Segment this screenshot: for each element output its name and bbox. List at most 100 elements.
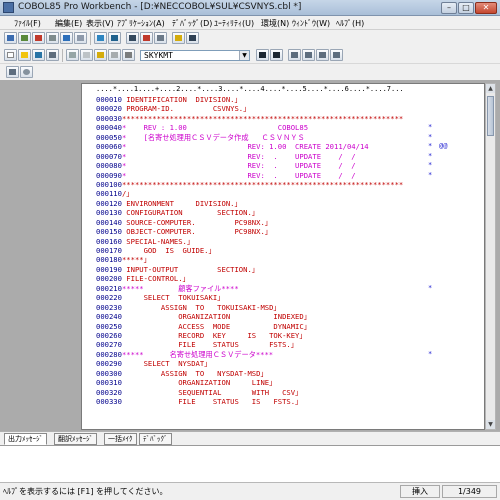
code-line[interactable]: 000040* REV : 1.00 COBOL85 *	[82, 123, 484, 133]
record-icon[interactable]	[20, 66, 33, 78]
copy-icon[interactable]	[80, 49, 93, 61]
clear-bookmark-icon[interactable]	[330, 49, 343, 61]
undo-icon[interactable]	[108, 49, 121, 61]
link-icon[interactable]	[46, 32, 59, 44]
code-line[interactable]: 000030**********************************…	[82, 113, 484, 123]
chevron-down-icon[interactable]: ▼	[239, 51, 249, 60]
minimize-button[interactable]: –	[441, 2, 457, 14]
bookmark-icon[interactable]	[288, 49, 301, 61]
code-text: ENVIRONMENT DIVISION.」	[121, 198, 242, 208]
next-bookmark-icon[interactable]	[302, 49, 315, 61]
code-text: * [名寄せ処理用ＣＳＶデータ作成 ＣＳＶＮＹＳ	[121, 132, 305, 142]
code-line[interactable]: 000270 FILE STATUS FSTS.」	[82, 340, 484, 350]
code-line[interactable]: 000180*****」	[82, 255, 484, 264]
window-title: COBOL85 Pro Workbench - [D:¥NECCOBOL¥SUL…	[18, 2, 302, 12]
line-number: 000040	[96, 123, 122, 133]
paste-icon[interactable]	[94, 49, 107, 61]
code-line[interactable]: 000010 IDENTIFICATION DIVISION.」	[82, 95, 484, 104]
context-help-icon[interactable]	[186, 32, 199, 44]
grid-icon[interactable]	[154, 32, 167, 44]
code-line[interactable]: 000080* REV: . UPDATE / / *	[82, 161, 484, 171]
menu-help[interactable]: ﾍﾙﾌﾟ(H)	[336, 18, 364, 29]
search-forward-icon[interactable]	[256, 49, 269, 61]
compile-icon[interactable]	[32, 32, 45, 44]
project-icon[interactable]	[4, 32, 17, 44]
save-icon[interactable]	[32, 49, 45, 61]
menu-utility[interactable]: ﾕｰﾃｨﾘﾃｨ(U)	[214, 18, 254, 29]
scroll-thumb[interactable]	[487, 96, 494, 136]
tab-debug[interactable]: ﾃﾞﾊﾞｯｸﾞ	[139, 433, 172, 445]
code-text: FILE STATUS FSTS.」	[121, 340, 298, 350]
code-line[interactable]: 000220 SELECT TOKUISAKI」	[82, 293, 484, 302]
menu-view[interactable]: 表示(V)	[86, 18, 114, 29]
find-icon[interactable]	[122, 49, 135, 61]
code-line[interactable]: 000320 SEQUENTIAL WITH CSV」	[82, 388, 484, 397]
code-line[interactable]: 000050* [名寄せ処理用ＣＳＶデータ作成 ＣＳＶＮＹＳ *	[82, 132, 484, 142]
options-icon[interactable]	[126, 32, 139, 44]
code-line[interactable]: 000130 CONFIGURATION SECTION.」	[82, 208, 484, 217]
menu-file[interactable]: ﾌｧｲﾙ(F)	[14, 18, 41, 29]
code-line[interactable]: 000310 ORGANIZATION LINE」	[82, 378, 484, 387]
close-button[interactable]: ✕	[475, 2, 497, 14]
menu-edit[interactable]: 編集(E)	[55, 18, 82, 29]
code-line[interactable]: 000300 ASSIGN TO NYSDAT-MSD」	[82, 369, 484, 378]
code-line[interactable]: 000210***** 顧客ファイル**** *	[82, 284, 484, 293]
tab-batch-make[interactable]: 一括ﾒｲｸ	[104, 433, 137, 445]
code-line[interactable]: 000120 ENVIRONMENT DIVISION.」	[82, 198, 484, 208]
code-line[interactable]: 000060* REV: 1.00 CREATE 2011/04/14 * @@	[82, 142, 484, 151]
run-icon[interactable]	[140, 32, 153, 44]
build-icon[interactable]	[94, 32, 107, 44]
menu-debug[interactable]: ﾃﾞﾊﾞｯｸﾞ(D)	[172, 18, 212, 29]
menu-environment[interactable]: 環境(N)	[261, 18, 289, 29]
menu-window[interactable]: ｳｨﾝﾄﾞｳ(W)	[292, 18, 330, 29]
code-line[interactable]: 000250 ACCESS MODE DYNAMIC」	[82, 322, 484, 331]
code-line[interactable]: 000160 SPECIAL-NAMES.」	[82, 236, 484, 246]
maximize-button[interactable]: □	[458, 2, 474, 14]
tab-compile-messages[interactable]: 翻訳ﾒｯｾｰｼﾞ	[54, 433, 97, 445]
scroll-down-icon[interactable]: ▼	[486, 420, 495, 429]
line-number: 000160	[96, 236, 122, 246]
comment-marker: *	[428, 142, 433, 151]
code-line[interactable]: 000290 SELECT NYSDAT」	[82, 359, 484, 368]
comment-marker: *	[428, 151, 433, 160]
search-backward-icon[interactable]	[270, 49, 283, 61]
list-icon[interactable]	[60, 32, 73, 44]
cut-icon[interactable]	[66, 49, 79, 61]
help-icon[interactable]	[172, 32, 185, 44]
code-line[interactable]: 000140 SOURCE-COMPUTER. PC98NX.」	[82, 218, 484, 227]
vertical-scrollbar[interactable]: ▲ ▼	[485, 83, 496, 430]
tab-output-messages[interactable]: 出力ﾒｯｾｰｼﾞ	[4, 433, 47, 445]
code-line[interactable]: 000280***** 名寄せ処理用ＣＳＶデータ**** *	[82, 350, 484, 359]
code-line[interactable]: 000170 GOD IS GUIDE.」	[82, 246, 484, 255]
print-icon[interactable]	[46, 49, 59, 61]
code-line[interactable]: 000190 INPUT-OUTPUT SECTION.」	[82, 265, 484, 274]
code-text: * REV: . UPDATE / /	[121, 170, 356, 180]
open-folder-icon[interactable]	[18, 49, 31, 61]
prev-bookmark-icon[interactable]	[316, 49, 329, 61]
status-bar: ﾍﾙﾌﾟを表示するには [F1] を押してください。 挿入 1/349	[0, 482, 500, 500]
code-line[interactable]: 000100**********************************…	[82, 180, 484, 189]
code-line[interactable]: 000330 FILE STATUS IS FSTS.」	[82, 397, 484, 406]
search-combo[interactable]: SKYKMT ▼	[140, 50, 250, 61]
menu-bar: ﾌｧｲﾙ(F) 編集(E) 表示(V) ｱﾌﾟﾘｹｰｼｮﾝ(A) ﾃﾞﾊﾞｯｸﾞ…	[0, 16, 500, 30]
code-line[interactable]: 000230 ASSIGN TO TOKUISAKI-MSD」	[82, 303, 484, 312]
code-line[interactable]: 000020 PROGRAM-ID. CSVNYS.」	[82, 104, 484, 113]
output-window-icon[interactable]	[6, 66, 19, 78]
code-text: ****************************************…	[121, 113, 404, 123]
code-line[interactable]: 000070* REV: . UPDATE / / *	[82, 151, 484, 161]
code-text: * REV: . UPDATE / /	[121, 161, 356, 171]
new-file-icon[interactable]	[4, 49, 17, 61]
code-line[interactable]: 000090* REV: . UPDATE / / *	[82, 170, 484, 180]
window-icon[interactable]	[74, 32, 87, 44]
code-line[interactable]: 000260 RECORD KEY IS TOK-KEY」	[82, 331, 484, 340]
rebuild-icon[interactable]	[108, 32, 121, 44]
scroll-up-icon[interactable]: ▲	[486, 84, 495, 93]
code-line[interactable]: 000110/」	[82, 189, 484, 198]
edit-icon[interactable]	[18, 32, 31, 44]
code-editor[interactable]: ....*....1....+....2....*....3....*....4…	[81, 83, 485, 430]
code-line[interactable]: 000150 OBJECT-COMPUTER. PC98NX.」	[82, 227, 484, 236]
menu-application[interactable]: ｱﾌﾟﾘｹｰｼｮﾝ(A)	[117, 18, 165, 29]
line-number: 000170	[96, 246, 122, 255]
code-line[interactable]: 000200 FILE-CONTROL.」	[82, 274, 484, 283]
code-line[interactable]: 000240 ORGANIZATION INDEXED」	[82, 312, 484, 321]
